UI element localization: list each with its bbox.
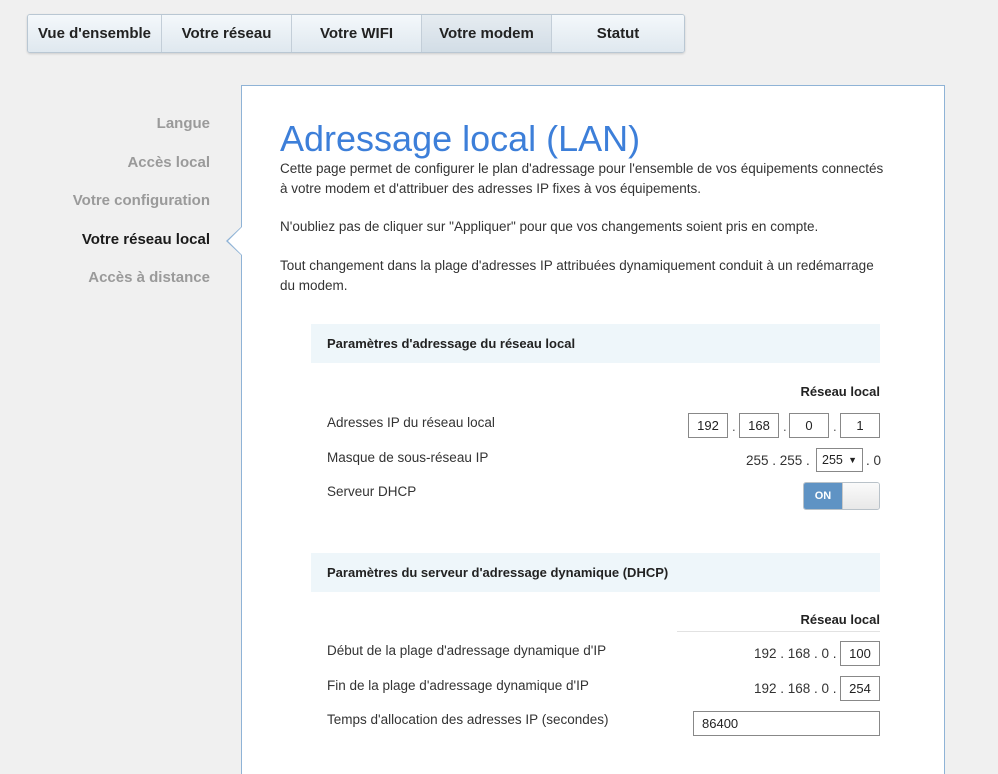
active-item-pointer-fill bbox=[228, 227, 242, 255]
sidenav-item-acces-distance[interactable]: Accès à distance bbox=[40, 266, 210, 305]
dhcp-section-header: Paramètres du serveur d'adressage dynami… bbox=[311, 553, 880, 592]
sidenav-item-reseau-local[interactable]: Votre réseau local bbox=[40, 228, 210, 267]
apply-reminder: N'oubliez pas de cliquer sur "Appliquer"… bbox=[280, 219, 819, 234]
sidenav-item-langue[interactable]: Langue bbox=[40, 112, 210, 151]
top-tabs: Vue d'ensemble Votre réseau Votre WIFI V… bbox=[27, 14, 685, 53]
subnet-mask-prefix: 255 . 255 . bbox=[746, 453, 810, 468]
dhcp-end-prefix: 192 . 168 . 0 . bbox=[754, 681, 837, 696]
dhcp-start-input[interactable]: 100 bbox=[840, 641, 880, 666]
dhcp-server-toggle[interactable]: ON bbox=[803, 482, 880, 510]
tab-votre-wifi[interactable]: Votre WIFI bbox=[292, 15, 422, 52]
dhcp-end-label: Fin de la plage d'adressage dynamique d'… bbox=[327, 678, 589, 693]
intro-paragraph: Cette page permet de configurer le plan … bbox=[280, 161, 884, 196]
sidenav-item-configuration[interactable]: Votre configuration bbox=[40, 189, 210, 228]
dhcp-server-label: Serveur DHCP bbox=[327, 484, 417, 499]
dhcp-end-input[interactable]: 254 bbox=[840, 676, 880, 701]
subnet-mask-label: Masque de sous-réseau IP bbox=[327, 450, 489, 465]
chevron-down-icon: ▼ bbox=[848, 455, 857, 465]
main-panel: Adressage local (LAN) Cette page permet … bbox=[241, 85, 945, 774]
ip-octet-2-input[interactable]: 168 bbox=[739, 413, 779, 438]
side-menu: Langue Accès local Votre configuration V… bbox=[40, 112, 210, 305]
column-divider bbox=[677, 631, 880, 632]
lease-time-label: Temps d'allocation des adresses IP (seco… bbox=[327, 712, 609, 727]
subnet-mask-value: 255 bbox=[822, 453, 843, 467]
restart-warning: Tout changement dans la plage d'adresses… bbox=[280, 258, 874, 293]
tab-statut[interactable]: Statut bbox=[552, 15, 684, 52]
ip-octet-4-input[interactable]: 1 bbox=[840, 413, 880, 438]
tab-votre-modem[interactable]: Votre modem bbox=[422, 15, 552, 52]
lan-section-header: Paramètres d'adressage du réseau local bbox=[311, 324, 880, 363]
page-title: Adressage local (LAN) bbox=[280, 118, 641, 159]
tab-vue-ensemble[interactable]: Vue d'ensemble bbox=[28, 15, 162, 52]
toggle-knob bbox=[842, 483, 879, 509]
toggle-on-label: ON bbox=[804, 483, 842, 509]
dhcp-start-prefix: 192 . 168 . 0 . bbox=[754, 646, 837, 661]
ip-dot: . bbox=[732, 419, 736, 434]
tab-votre-reseau[interactable]: Votre réseau bbox=[162, 15, 292, 52]
dhcp-start-label: Début de la plage d'adressage dynamique … bbox=[327, 643, 607, 658]
lease-time-input[interactable]: 86400 bbox=[693, 711, 880, 736]
ip-address-label: Adresses IP du réseau local bbox=[327, 415, 495, 430]
subnet-mask-suffix: . 0 bbox=[866, 453, 882, 468]
sidenav-item-acces-local[interactable]: Accès local bbox=[40, 151, 210, 190]
ip-dot: . bbox=[783, 419, 787, 434]
ip-dot: . bbox=[833, 419, 837, 434]
dhcp-column-header: Réseau local bbox=[800, 612, 881, 627]
ip-octet-1-input[interactable]: 192 bbox=[688, 413, 728, 438]
subnet-mask-select[interactable]: 255 ▼ bbox=[816, 448, 863, 472]
ip-octet-3-input[interactable]: 0 bbox=[789, 413, 829, 438]
lan-column-header: Réseau local bbox=[800, 384, 881, 399]
